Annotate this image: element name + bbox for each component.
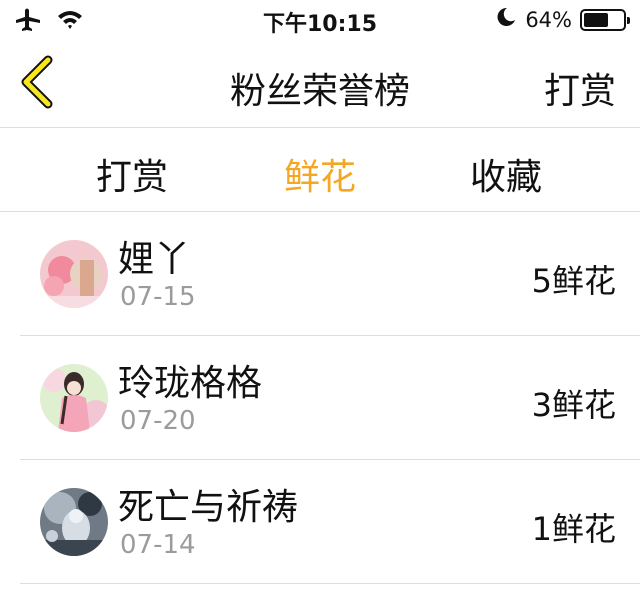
fan-date: 07-14 <box>120 530 196 560</box>
avatar <box>40 364 108 432</box>
avatar <box>40 240 108 308</box>
moon-icon <box>495 6 517 33</box>
tab-reward[interactable]: 打赏 <box>52 148 212 200</box>
fan-name: 玲珑格格 <box>118 363 263 404</box>
list-item[interactable]: 玲珑格格 07-20 3鲜花 <box>20 336 640 460</box>
fan-name: 娌丫 <box>118 239 191 280</box>
nav-bar: 粉丝荣誉榜 打赏 <box>0 40 640 128</box>
battery-icon <box>580 8 630 31</box>
status-bar: 下午10:15 64% <box>0 0 640 40</box>
tab-flowers[interactable]: 鲜花 <box>240 148 400 200</box>
tab-bar: 打赏 鲜花 收藏 <box>0 128 640 212</box>
flower-count: 3鲜花 <box>531 386 616 424</box>
tab-favorites[interactable]: 收藏 <box>426 148 586 200</box>
fan-date: 07-20 <box>120 406 196 436</box>
reward-button[interactable]: 打赏 <box>544 62 616 114</box>
status-right: 64% <box>495 6 630 33</box>
battery-percent: 64% <box>525 7 572 32</box>
battery-fill <box>584 12 609 27</box>
avatar <box>40 488 108 556</box>
list-item[interactable]: 娌丫 07-15 5鲜花 <box>20 212 640 336</box>
fan-name: 死亡与祈祷 <box>118 487 299 528</box>
flower-count: 5鲜花 <box>531 262 616 300</box>
flower-count: 1鲜花 <box>531 510 616 548</box>
fan-list: 娌丫 07-15 5鲜花 玲珑格格 07-20 3鲜花 死亡与祈祷 07-14 … <box>0 212 640 584</box>
fan-date: 07-15 <box>120 282 196 312</box>
list-item[interactable]: 死亡与祈祷 07-14 1鲜花 <box>20 460 640 584</box>
